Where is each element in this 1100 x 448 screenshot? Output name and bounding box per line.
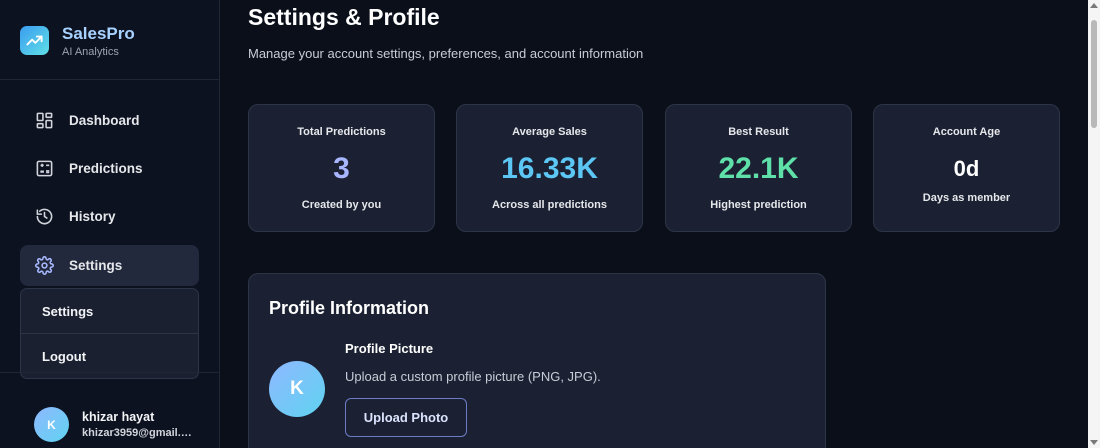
user-profile[interactable]: K khizar hayat khizar3959@gmail.com <box>0 372 219 448</box>
scrollbar[interactable] <box>1088 0 1100 448</box>
sidebar-item-label: Dashboard <box>69 113 140 128</box>
dashboard-icon <box>35 111 54 130</box>
avatar: K <box>269 361 325 417</box>
stat-value: 0d <box>953 156 980 181</box>
main-content: Settings & Profile Manage your account s… <box>221 0 1088 448</box>
scroll-up-arrow-icon[interactable] <box>1090 3 1098 8</box>
settings-dropdown-menu: Settings Logout <box>20 288 199 379</box>
stat-card-average-sales: Average Sales 16.33K Across all predicti… <box>456 104 643 232</box>
sidebar-item-dashboard[interactable]: Dashboard <box>20 100 199 141</box>
menu-item-label: Logout <box>42 349 87 364</box>
sidebar-item-label: History <box>69 209 116 224</box>
section-title: Profile Information <box>269 298 430 318</box>
avatar: K <box>34 407 69 442</box>
page-subtitle: Manage your account settings, preference… <box>248 46 644 61</box>
sidebar-item-label: Predictions <box>69 161 143 176</box>
brand[interactable]: SalesPro AI Analytics <box>0 0 219 80</box>
stat-value: 22.1K <box>718 152 799 185</box>
history-icon <box>35 207 54 226</box>
profile-picture-description: Upload a custom profile picture (PNG, JP… <box>345 369 601 384</box>
gear-icon <box>35 256 54 275</box>
brand-subtitle: AI Analytics <box>62 46 119 58</box>
user-email: khizar3959@gmail.com <box>82 427 192 439</box>
profile-picture-label: Profile Picture <box>345 341 434 356</box>
sidebar-item-predictions[interactable]: Predictions <box>20 148 199 189</box>
stat-caption: Across all predictions <box>492 199 607 211</box>
sidebar: SalesPro AI Analytics Dashboard Predicti… <box>0 0 220 448</box>
stat-label: Average Sales <box>512 126 587 138</box>
stat-value: 3 <box>333 152 350 185</box>
sidebar-item-settings[interactable]: Settings <box>20 245 199 286</box>
stat-caption: Days as member <box>922 192 1011 204</box>
profile-information-card: Profile Information K Profile Picture Up… <box>248 273 826 448</box>
stat-caption: Highest prediction <box>710 199 807 211</box>
upload-photo-button[interactable]: Upload Photo <box>345 398 467 437</box>
scroll-down-arrow-icon[interactable] <box>1090 440 1098 445</box>
stat-card-best-result: Best Result 22.1K Highest prediction <box>665 104 852 232</box>
stat-label: Account Age <box>932 126 1001 138</box>
page-title: Settings & Profile <box>248 4 440 30</box>
calculator-icon <box>35 159 54 178</box>
stat-value: 16.33K <box>501 152 598 185</box>
scrollbar-thumb[interactable] <box>1091 20 1097 128</box>
stat-label: Best Result <box>728 126 789 138</box>
user-name: khizar hayat <box>82 410 155 424</box>
brand-name: SalesPro <box>62 24 135 43</box>
menu-item-label: Settings <box>42 304 94 319</box>
stat-card-account-age: Account Age 0d Days as member <box>873 104 1060 232</box>
sidebar-item-label: Settings <box>69 258 123 273</box>
menu-item-settings[interactable]: Settings <box>21 289 198 333</box>
sidebar-item-history[interactable]: History <box>20 196 199 237</box>
stat-label: Total Predictions <box>297 126 386 138</box>
stat-caption: Created by you <box>301 199 382 211</box>
stat-card-total-predictions: Total Predictions 3 Created by you <box>248 104 435 232</box>
trending-up-icon <box>20 26 49 55</box>
